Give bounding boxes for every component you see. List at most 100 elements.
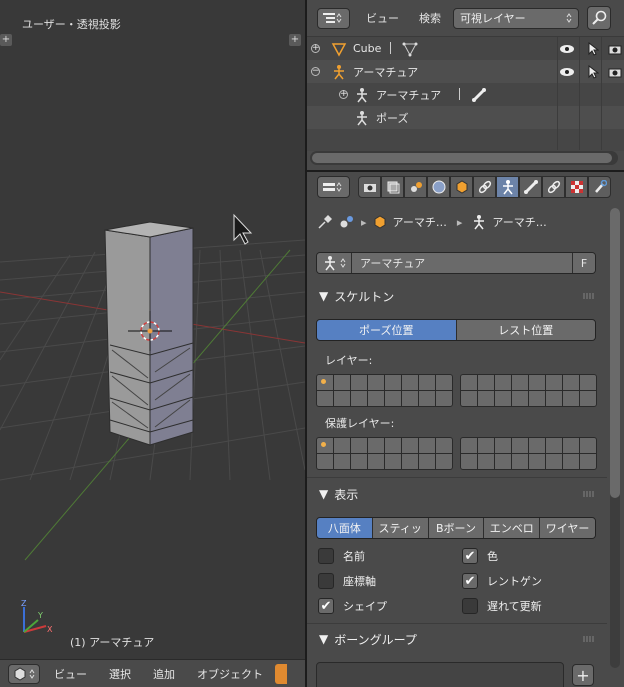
- layer-cell[interactable]: [419, 454, 435, 469]
- layer-cell[interactable]: [461, 454, 477, 469]
- datablock-browse-button[interactable]: [317, 253, 352, 273]
- layer-cell[interactable]: [563, 438, 579, 453]
- layer-cell[interactable]: [478, 454, 494, 469]
- menu-add[interactable]: 追加: [145, 666, 183, 682]
- display-panel-header[interactable]: ▼ 表示: [307, 482, 607, 506]
- layer-cell[interactable]: [529, 438, 545, 453]
- layer-cell[interactable]: [419, 375, 435, 390]
- protected-layers-grid-left[interactable]: [316, 437, 453, 470]
- layer-cell[interactable]: [317, 391, 333, 406]
- pin-icon[interactable]: [317, 214, 333, 230]
- visibility-eye-icon[interactable]: [559, 66, 575, 78]
- layer-cell[interactable]: [402, 438, 418, 453]
- panel-drag-grip[interactable]: [583, 293, 595, 299]
- layer-cell[interactable]: [512, 375, 528, 390]
- layer-cell[interactable]: [529, 375, 545, 390]
- checkbox-box[interactable]: ✔: [462, 548, 478, 564]
- protected-layers-grid-right[interactable]: [460, 437, 597, 470]
- layer-cell[interactable]: [368, 438, 384, 453]
- layer-cell[interactable]: [334, 391, 350, 406]
- layer-cell[interactable]: [317, 454, 333, 469]
- layer-cell[interactable]: [495, 391, 511, 406]
- expand-icon[interactable]: +: [311, 44, 320, 53]
- layer-cell[interactable]: [334, 454, 350, 469]
- layer-cell[interactable]: [436, 454, 452, 469]
- layer-cell[interactable]: [419, 438, 435, 453]
- layer-cell[interactable]: [512, 454, 528, 469]
- scrollbar-thumb[interactable]: [312, 153, 612, 163]
- layer-cell-active[interactable]: [317, 438, 333, 453]
- select-arrow-icon[interactable]: [587, 64, 599, 79]
- layer-cell[interactable]: [512, 438, 528, 453]
- render-camera-icon[interactable]: [608, 43, 622, 55]
- layer-cell[interactable]: [495, 454, 511, 469]
- outliner-row-armature-data[interactable]: + アーマチュア: [307, 83, 624, 106]
- layer-cell[interactable]: [580, 438, 596, 453]
- draw-type-wire[interactable]: ワイヤー: [540, 518, 595, 538]
- outliner-row-pose[interactable]: ポーズ: [307, 106, 624, 129]
- bone-icon[interactable]: [471, 87, 487, 103]
- layer-cell[interactable]: [563, 375, 579, 390]
- layer-cell[interactable]: [580, 375, 596, 390]
- layer-cell[interactable]: [385, 438, 401, 453]
- viewport-scene[interactable]: Z X Y: [0, 0, 305, 659]
- option-axes-checkbox[interactable]: 座標軸: [318, 573, 376, 589]
- rest-position-button[interactable]: レスト位置: [456, 320, 595, 340]
- layer-cell[interactable]: [334, 438, 350, 453]
- datablock-name-field[interactable]: アーマチュア: [352, 253, 573, 273]
- panel-drag-grip[interactable]: [583, 636, 595, 642]
- collapse-icon[interactable]: −: [311, 67, 320, 76]
- outliner-horizontal-scrollbar[interactable]: [310, 151, 618, 165]
- toolshelf-expand-icon[interactable]: +: [0, 34, 12, 46]
- layer-cell[interactable]: [478, 438, 494, 453]
- layer-cell[interactable]: [461, 438, 477, 453]
- add-bone-group-button[interactable]: +: [572, 664, 594, 686]
- option-xray-checkbox[interactable]: ✔ レントゲン: [462, 573, 542, 589]
- draw-type-octahedral[interactable]: 八面体: [317, 518, 373, 538]
- bone-groups-panel-header[interactable]: ▼ ボーングループ: [307, 627, 607, 651]
- layer-cell[interactable]: [495, 438, 511, 453]
- tab-object[interactable]: [450, 176, 473, 198]
- 3d-viewport[interactable]: Z X Y ユーザー・透視投影 + + (1) アーマチュア: [0, 0, 305, 659]
- panel-drag-grip[interactable]: [583, 491, 595, 497]
- option-names-checkbox[interactable]: 名前: [318, 548, 365, 564]
- layer-cell[interactable]: [368, 391, 384, 406]
- tab-armature-data[interactable]: [496, 176, 519, 198]
- display-mode-select[interactable]: 可視レイヤー: [453, 7, 579, 29]
- tab-world[interactable]: [427, 176, 450, 198]
- tab-bone-constraints[interactable]: [542, 176, 565, 198]
- outliner-menu-search[interactable]: 検索: [415, 10, 445, 26]
- bone-layers-grid-left[interactable]: [316, 374, 453, 407]
- layer-cell[interactable]: [351, 454, 367, 469]
- expand-icon[interactable]: +: [339, 90, 348, 99]
- layer-cell[interactable]: [461, 391, 477, 406]
- layer-cell[interactable]: [436, 438, 452, 453]
- editor-type-selector[interactable]: [8, 663, 40, 684]
- outliner-menu-view[interactable]: ビュー: [358, 10, 407, 26]
- render-camera-icon[interactable]: [608, 66, 622, 78]
- tab-render-layers[interactable]: [381, 176, 404, 198]
- layer-cell[interactable]: [512, 391, 528, 406]
- layer-cell-active[interactable]: [317, 375, 333, 390]
- checkbox-box[interactable]: [318, 573, 334, 589]
- layer-cell[interactable]: [563, 391, 579, 406]
- layer-cell[interactable]: [402, 391, 418, 406]
- option-shapes-checkbox[interactable]: ✔ シェイプ: [318, 598, 387, 614]
- pose-position-button[interactable]: ポーズ位置: [317, 320, 457, 340]
- tab-bone[interactable]: [519, 176, 542, 198]
- outliner-item-label[interactable]: アーマチュア: [376, 87, 441, 103]
- layer-cell[interactable]: [546, 375, 562, 390]
- tab-scene[interactable]: [404, 176, 427, 198]
- layer-cell[interactable]: [546, 391, 562, 406]
- menu-object[interactable]: オブジェクト: [189, 666, 271, 682]
- checkbox-box[interactable]: [318, 548, 334, 564]
- layer-cell[interactable]: [580, 391, 596, 406]
- properties-vertical-scrollbar[interactable]: [610, 208, 620, 668]
- outliner-item-label[interactable]: Cube: [353, 42, 381, 55]
- draw-type-envelope[interactable]: エンベロ: [484, 518, 541, 538]
- checkbox-box[interactable]: ✔: [462, 573, 478, 589]
- outliner-item-label[interactable]: アーマチュア: [353, 64, 418, 80]
- cube-object[interactable]: [104, 221, 194, 446]
- layer-cell[interactable]: [419, 391, 435, 406]
- tab-constraints[interactable]: [473, 176, 496, 198]
